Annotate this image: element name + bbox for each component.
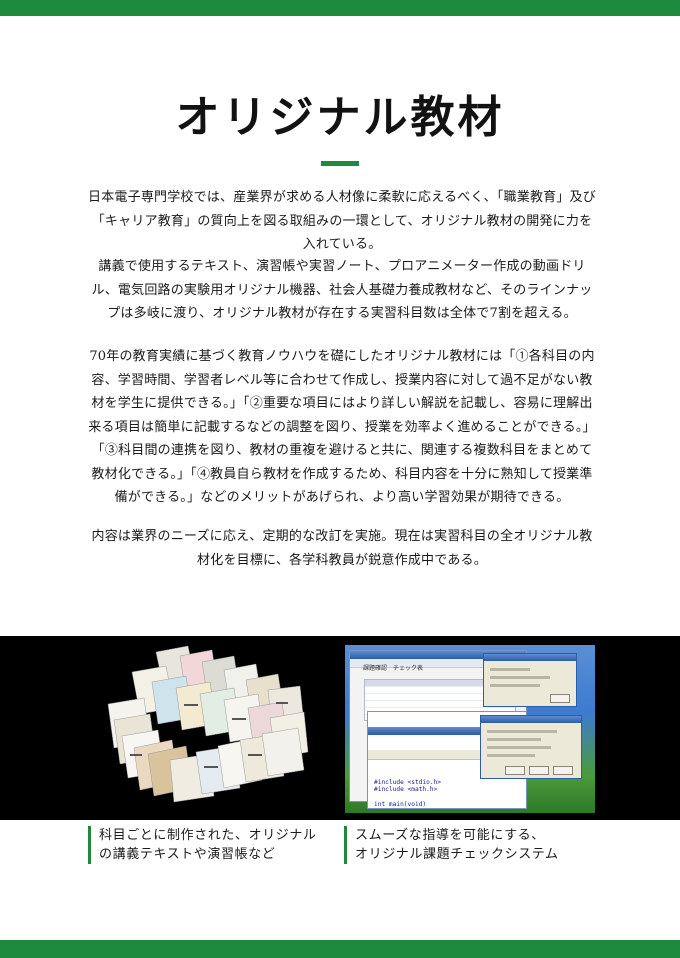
intro-paragraph: 日本電子専門学校では、産業界が求める人材像に柔軟に応えるべく、「職業教育」及び「… [88,190,596,252]
caption-textbooks-line1: 科目ごとに制作された、オリジナル [99,828,317,843]
top-green-band [0,0,680,16]
textbooks-photo [92,642,332,818]
page-title: オリジナル教材 [175,92,505,143]
bottom-green-band [0,940,680,958]
caption-check-system-line1: スムーズな指導を可能にする、 [355,828,545,843]
screenshot-dialog-top [483,653,577,707]
title-underline [321,161,359,166]
merits-paragraph: 70年の教育実績に基づく教育ノウハウを礎にしたオリジナル教材には「①各科目の内容… [88,349,596,505]
caption-textbooks: 科目ごとに制作された、オリジナル の講義テキストや演習帳など [88,826,317,864]
caption-check-system: スムーズな指導を可能にする、 オリジナル課題チェックシステム [344,826,559,864]
textbooks-illustration [107,645,309,803]
caption-textbooks-line2: の講義テキストや演習帳など [99,847,276,862]
revision-paragraph: 内容は業界のニーズに応え、定期的な改訂を実施。現在は実習科目の全オリジナル教材化… [91,529,593,568]
screenshot-tab-label: 課題確認 チェック表 [363,665,424,672]
check-system-screenshot: 課題確認 チェック表 #include <stdio.h> #include <… [345,645,595,813]
screenshot-dialog-bottom [480,715,582,779]
lineup-paragraph: 講義で使用するテキスト、演習帳や実習ノート、プロアニメーター作成の動画ドリル、電… [91,259,593,321]
screenshot-code-text: #include <stdio.h> #include <math.h> int… [374,778,442,809]
caption-check-system-line2: オリジナル課題チェックシステム [355,847,559,862]
